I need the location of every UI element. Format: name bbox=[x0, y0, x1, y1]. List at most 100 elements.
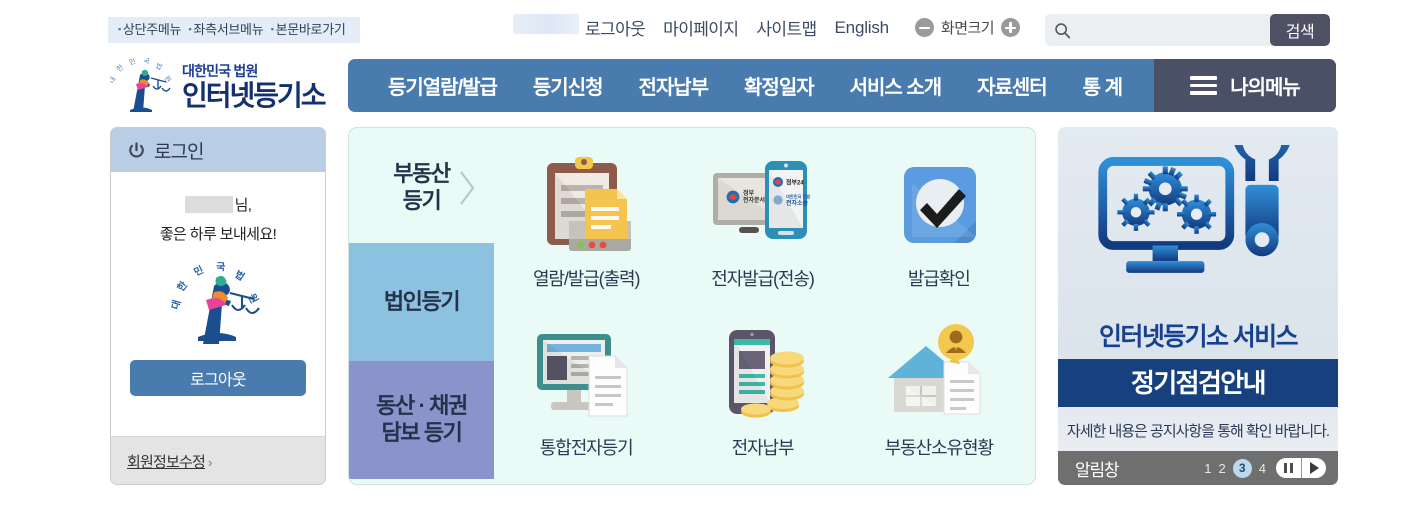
logout-link[interactable]: 로그아웃 bbox=[585, 15, 646, 40]
screen-size-controls: 화면크기 bbox=[914, 17, 1021, 38]
site-logo[interactable]: 대 한 민 국 법 원 대한민국 법원 인터넷등기소 bbox=[108, 56, 342, 117]
username-redacted-block bbox=[513, 14, 579, 34]
greeting-suffix: 님, bbox=[234, 197, 252, 214]
svg-text:법: 법 bbox=[154, 61, 164, 72]
skip-link-left-submenu[interactable]: ▪ 좌측서브메뉴 bbox=[189, 22, 264, 37]
svg-text:국: 국 bbox=[143, 58, 151, 66]
service-item-integrated-electronic-registry[interactable]: 통합전자등기 bbox=[498, 305, 674, 474]
service-item-issue-verification[interactable]: 발급확인 bbox=[851, 136, 1027, 305]
nav-item-fixed-date[interactable]: 확정일자 bbox=[744, 71, 815, 100]
svg-text:한: 한 bbox=[175, 279, 191, 294]
service-icon-grid: 열람/발급(출력) 정부 전자문서지갑 정부24 대한민국 법원 전자소송 전자… bbox=[494, 128, 1035, 484]
svg-text:대: 대 bbox=[170, 298, 183, 310]
svg-text:정부: 정부 bbox=[743, 189, 755, 197]
banner-bar-label: 알림창 bbox=[1075, 460, 1120, 480]
login-panel-title: 로그인 bbox=[154, 141, 204, 163]
skip-link-top-menu[interactable]: ▪ 상단주메뉴 bbox=[118, 22, 182, 37]
top-utility-bar: ▪ 상단주메뉴 ▪ 좌측서브메뉴 ▪ 본문바로가기 로그아웃 마이페이지 사이트맵 E… bbox=[0, 0, 1413, 48]
justice-goddess-emblem-icon: 대 한 민 국 법 원 bbox=[168, 252, 266, 348]
main-navigation: 등기열람/발급 등기신청 전자납부 확정일자 서비스 소개 자료센터 통 계 나… bbox=[348, 59, 1336, 112]
power-icon bbox=[127, 141, 146, 160]
service-item-electronic-payment[interactable]: 전자납부 bbox=[674, 305, 850, 474]
sitemap-link[interactable]: 사이트맵 bbox=[756, 15, 817, 40]
nav-item-service-intro[interactable]: 서비스 소개 bbox=[850, 71, 943, 100]
chevron-right-icon bbox=[456, 168, 478, 208]
english-link[interactable]: English bbox=[835, 18, 890, 38]
notice-banner[interactable]: 인터넷등기소 서비스 정기점검안내 자세한 내용은 공지사항을 통해 확인 바랍… bbox=[1058, 127, 1338, 485]
tab-real-estate-registry[interactable]: 부동산 등기 bbox=[349, 133, 494, 243]
search-button[interactable]: 검색 bbox=[1270, 14, 1330, 46]
service-label: 발급확인 bbox=[907, 268, 971, 289]
chevron-right-icon: › bbox=[208, 455, 213, 470]
login-panel: 로그인 님, 좋은 하루 보내세요! 대 한 민 국 법 원 로그아웃 회원정보… bbox=[110, 127, 326, 485]
skip-link-main-content[interactable]: ▪ 본문바로가기 bbox=[271, 22, 346, 37]
banner-subtitle: 자세한 내용은 공지사항을 통해 확인 바랍니다. bbox=[1066, 423, 1330, 440]
svg-text:대: 대 bbox=[110, 75, 118, 84]
service-item-view-issue[interactable]: 열람/발급(출력) bbox=[498, 136, 674, 305]
utility-menu: 로그아웃 마이페이지 사이트맵 English 화면크기 bbox=[585, 15, 1021, 40]
tab-label: 법인등기 bbox=[383, 288, 461, 314]
svg-text:전자소송: 전자소송 bbox=[786, 199, 809, 207]
svg-text:민: 민 bbox=[128, 58, 137, 67]
banner-page-2[interactable]: 2 bbox=[1219, 461, 1226, 476]
my-menu-label: 나의메뉴 bbox=[1230, 77, 1301, 99]
pause-icon[interactable] bbox=[1276, 458, 1301, 478]
zoom-in-icon[interactable] bbox=[1001, 18, 1021, 37]
nav-item-statistics[interactable]: 통 계 bbox=[1083, 71, 1123, 100]
check-badge-icon bbox=[880, 151, 998, 263]
tab-label: 부동산 등기 bbox=[393, 161, 451, 213]
skip-navigation: ▪ 상단주메뉴 ▪ 좌측서브메뉴 ▪ 본문바로가기 bbox=[108, 17, 360, 43]
svg-text:한: 한 bbox=[115, 63, 126, 74]
banner-control-bar: 알림창 1 2 3 4 bbox=[1058, 451, 1338, 485]
page-root: ▪ 상단주메뉴 ▪ 좌측서브메뉴 ▪ 본문바로가기 로그아웃 마이페이지 사이트맵 E… bbox=[0, 0, 1413, 507]
search-icon bbox=[1045, 14, 1079, 46]
logout-button[interactable]: 로그아웃 bbox=[130, 360, 306, 396]
nav-item-registry-application[interactable]: 등기신청 bbox=[533, 71, 604, 100]
main-nav-items: 등기열람/발급 등기신청 전자납부 확정일자 서비스 소개 자료센터 통 계 bbox=[348, 71, 1154, 100]
banner-page-3-active[interactable]: 3 bbox=[1232, 458, 1252, 478]
mobile-coins-icon bbox=[703, 320, 821, 432]
login-panel-header: 로그인 bbox=[111, 128, 325, 172]
search-input[interactable] bbox=[1079, 15, 1270, 45]
nav-item-registry-view[interactable]: 등기열람/발급 bbox=[388, 71, 498, 100]
mypage-link[interactable]: 마이페이지 bbox=[663, 15, 739, 40]
logo-text: 대한민국 법원 인터넷등기소 bbox=[182, 63, 327, 110]
nav-item-data-center[interactable]: 자료센터 bbox=[977, 71, 1048, 100]
service-label: 열람/발급(출력) bbox=[532, 268, 641, 289]
clipboard-document-icon bbox=[527, 151, 645, 263]
banner-title-1: 인터넷등기소 서비스 bbox=[1099, 323, 1299, 351]
service-label: 전자발급(전송) bbox=[711, 268, 815, 289]
screen-size-label: 화면크기 bbox=[940, 20, 995, 37]
search-box: 검색 bbox=[1045, 14, 1330, 46]
next-icon[interactable] bbox=[1301, 458, 1326, 478]
logo-line-1: 대한민국 법원 bbox=[182, 63, 258, 79]
banner-pagination: 1 2 3 4 bbox=[1204, 458, 1326, 478]
login-panel-body: 님, 좋은 하루 보내세요! 대 한 민 국 법 원 로그아웃 bbox=[111, 172, 325, 437]
monitor-mobile-icon: 정부 전자문서지갑 정부24 대한민국 법원 전자소송 bbox=[703, 151, 821, 263]
justice-goddess-emblem-icon: 대 한 민 국 법 원 bbox=[108, 56, 176, 116]
banner-page-4[interactable]: 4 bbox=[1259, 461, 1266, 476]
service-panel: 부동산 등기 법인등기 동산 · 채권 담보 등기 열람/발급(출력) 정부 전… bbox=[348, 127, 1036, 485]
banner-title-2: 정기점검안내 bbox=[1058, 359, 1338, 407]
service-label: 부동산소유현황 bbox=[884, 437, 994, 458]
banner-playback-controls bbox=[1276, 458, 1326, 478]
svg-text:대한민국 법원: 대한민국 법원 bbox=[786, 193, 810, 200]
service-category-tabs: 부동산 등기 법인등기 동산 · 채권 담보 등기 bbox=[349, 128, 494, 484]
banner-page-1[interactable]: 1 bbox=[1204, 461, 1211, 476]
monitor-gears-wrench-icon bbox=[1058, 127, 1338, 321]
tab-corporate-registry[interactable]: 법인등기 bbox=[349, 243, 494, 361]
my-menu-button[interactable]: 나의메뉴 bbox=[1154, 59, 1336, 112]
svg-text:정부24: 정부24 bbox=[786, 178, 804, 186]
member-info-edit-link[interactable]: 회원정보수정 bbox=[127, 454, 206, 471]
service-item-property-ownership-status[interactable]: 부동산소유현황 bbox=[851, 305, 1027, 474]
svg-text:원: 원 bbox=[162, 74, 173, 85]
zoom-out-icon[interactable] bbox=[914, 18, 934, 37]
desktop-document-icon bbox=[527, 320, 645, 432]
hamburger-icon bbox=[1190, 76, 1218, 95]
tab-movable-credit-collateral-registry[interactable]: 동산 · 채권 담보 등기 bbox=[349, 361, 494, 479]
service-label: 전자납부 bbox=[731, 437, 795, 458]
svg-text:법: 법 bbox=[232, 268, 247, 284]
greeting-line-1: 님, bbox=[184, 194, 252, 215]
nav-item-electronic-payment[interactable]: 전자납부 bbox=[638, 71, 709, 100]
service-item-electronic-issue[interactable]: 정부 전자문서지갑 정부24 대한민국 법원 전자소송 전자발급(전송) bbox=[674, 136, 850, 305]
